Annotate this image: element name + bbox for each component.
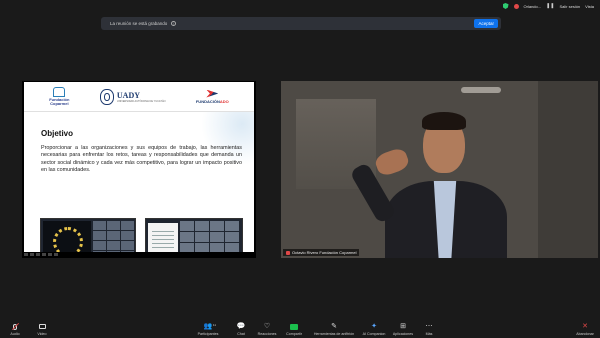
logo-left-line2: Coparmel: [50, 101, 69, 106]
muted-mic-icon: [286, 250, 290, 255]
heart-icon: ♡: [263, 323, 271, 330]
top-bar: Orlando... ❚❚ Salir sesión Vista: [0, 0, 600, 14]
logo-right-suffix: ADO: [219, 98, 229, 104]
fundacion-coparmel-logo: Fundación Coparmel: [49, 86, 69, 107]
stop-recording-button[interactable]: Salir sesión: [559, 4, 580, 9]
slide-body: Objetivo Proporcionar a las organizacion…: [24, 112, 254, 252]
host-tools-button[interactable]: ✎ Herramientas de anfitrión: [312, 323, 356, 336]
fundacion-coparmel-logo-mark: [53, 86, 66, 97]
participant-hand: [373, 146, 411, 178]
video-label: Video: [37, 332, 47, 336]
leave-icon: ✕: [582, 323, 588, 330]
share-label: Compartir: [286, 332, 302, 336]
apps-icon: ⊞: [400, 323, 406, 330]
microphone-muted-icon: [11, 322, 20, 331]
screenshot-ring-graphic: [53, 227, 83, 252]
chat-button[interactable]: 💬 Chat: [227, 323, 255, 336]
audio-button[interactable]: Audio: [1, 322, 29, 336]
screenshot-document-view: [148, 223, 178, 252]
apps-label: Aplicaciones: [392, 332, 414, 336]
participants-icon: 👥 11: [203, 323, 216, 330]
uady-logo: UADY UNIVERSIDAD AUTÓNOMA DE YUCATÁN: [99, 88, 166, 105]
view-button[interactable]: Vista: [585, 4, 594, 9]
slide-screenshot-2: [145, 218, 243, 252]
screenshot-main-view: [43, 221, 91, 252]
reactions-label: Reacciones: [257, 332, 277, 336]
ado-arrow-icon: [206, 89, 219, 98]
audio-label: Audio: [10, 332, 20, 336]
accept-button[interactable]: Aceptar: [474, 19, 498, 28]
slide-screenshot-1: [40, 218, 136, 252]
shared-screen-tile[interactable]: Fundación Coparmel UADY UNIVERSIDAD AUTÓ…: [22, 81, 256, 258]
uady-logo-text: UADY: [116, 90, 140, 100]
slide-header: Fundación Coparmel UADY UNIVERSIDAD AUTÓ…: [24, 82, 254, 112]
participant-name-tag: Octavio Rivero Fundación Coparmel: [283, 249, 360, 256]
shared-screen-footer: [24, 253, 58, 256]
security-shield-icon[interactable]: [502, 3, 509, 9]
uady-logo-subtext: UNIVERSIDAD AUTÓNOMA DE YUCATÁN: [116, 99, 166, 103]
recording-banner: La reunión se está grabando i Aceptar: [101, 17, 501, 30]
participants-button[interactable]: 👥 11 Participantes: [194, 323, 222, 336]
participant-video-tile[interactable]: Octavio Rivero Fundación Coparmel: [281, 81, 598, 258]
host-tools-icon: ✎: [331, 323, 337, 330]
participants-count: 11: [212, 323, 216, 327]
info-icon[interactable]: i: [171, 21, 177, 26]
more-label: Más: [425, 332, 433, 336]
leave-label: Abandonar: [576, 332, 594, 336]
ai-companion-button[interactable]: ✦ AI Companion: [360, 323, 388, 336]
presentation-slide: Fundación Coparmel UADY UNIVERSIDAD AUTÓ…: [24, 82, 254, 252]
fundacion-ado-logo: FUNDACIÓNADO: [195, 89, 229, 104]
uady-seal-icon: [99, 88, 114, 105]
participants-label: Participantes: [197, 332, 219, 336]
video-button[interactable]: Video: [28, 323, 56, 336]
sparkle-icon: ✦: [371, 323, 377, 330]
apps-button[interactable]: ⊞ Aplicaciones: [389, 323, 417, 336]
logo-right-prefix: FUNDACIÓN: [195, 98, 220, 104]
host-tools-label: Herramientas de anfitrión: [313, 332, 355, 336]
share-button[interactable]: Compartir: [280, 323, 308, 336]
background-light: [461, 87, 501, 93]
slide-paragraph: Proporcionar a las organizaciones y sus …: [41, 145, 242, 174]
pause-icon[interactable]: ❚❚: [546, 3, 554, 9]
participant-hair: [422, 112, 466, 130]
participant-name: Octavio Rivero Fundación Coparmel: [292, 250, 357, 255]
recording-dot-icon: [513, 3, 519, 9]
meeting-toolbar: Audio Video 👥 11 Participantes 💬 Chat ♡ R…: [0, 318, 600, 338]
chat-bubble-icon: 💬: [236, 323, 246, 330]
ai-companion-label: AI Companion: [362, 332, 386, 336]
top-right-controls: Orlando... ❚❚ Salir sesión Vista: [502, 3, 594, 9]
host-name: Orlando...: [523, 3, 542, 9]
more-dots-icon: ⋯: [425, 323, 433, 330]
leave-button[interactable]: ✕ Abandonar: [571, 323, 599, 336]
chat-label: Chat: [237, 332, 245, 336]
slide-title: Objetivo: [41, 129, 74, 138]
more-button[interactable]: ⋯ Más: [415, 323, 443, 336]
video-camera-icon: [38, 323, 46, 330]
reactions-button[interactable]: ♡ Reacciones: [253, 323, 281, 336]
background-wall: [538, 81, 598, 258]
meeting-window: Orlando... ❚❚ Salir sesión Vista La reun…: [0, 0, 600, 338]
share-screen-icon: [290, 323, 298, 330]
recording-banner-text: La reunión se está grabando: [110, 21, 168, 26]
screenshot-gallery-grid: [93, 221, 134, 252]
screenshot-gallery-grid-2: [180, 221, 239, 252]
